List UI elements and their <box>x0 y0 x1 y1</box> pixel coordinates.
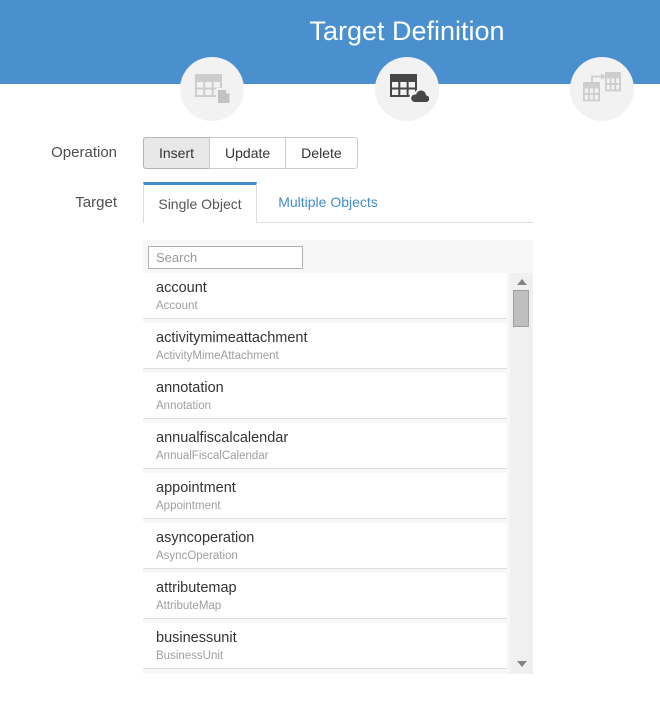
entity-logical-name: annualfiscalcalendar <box>156 430 507 446</box>
operation-label: Operation <box>0 137 117 169</box>
insert-button[interactable]: Insert <box>143 137 210 169</box>
entity-logical-name: annotation <box>156 380 507 396</box>
step-mapping[interactable] <box>570 57 634 121</box>
entity-logical-name: asyncoperation <box>156 530 507 546</box>
list-item-asyncoperation[interactable]: asyncoperation AsyncOperation <box>143 523 507 569</box>
scrollbar-up-icon[interactable] <box>517 279 527 285</box>
list-item-account[interactable]: account Account <box>143 273 507 319</box>
entity-logical-name: attributemap <box>156 580 507 596</box>
list-scrollbar[interactable] <box>510 273 533 674</box>
entity-logical-name: activitymimeattachment <box>156 330 507 346</box>
target-label: Target <box>0 182 117 223</box>
table-document-icon <box>190 67 234 112</box>
entity-display-name: Appointment <box>156 500 507 512</box>
list-item-annotation[interactable]: annotation Annotation <box>143 373 507 419</box>
entity-logical-name: account <box>156 280 507 296</box>
delete-button[interactable]: Delete <box>285 137 357 169</box>
entity-display-name: AttributeMap <box>156 600 507 612</box>
operation-button-group: Insert Update Delete <box>143 137 358 169</box>
list-item-annualfiscalcalendar[interactable]: annualfiscalcalendar AnnualFiscalCalenda… <box>143 423 507 469</box>
page-title: Target Definition <box>309 16 504 47</box>
entity-list: account Account activitymimeattachment A… <box>143 273 533 674</box>
step-source[interactable] <box>180 57 244 121</box>
step-target[interactable] <box>375 57 439 121</box>
scrollbar-down-icon[interactable] <box>517 661 527 667</box>
table-mapping-icon <box>580 67 624 112</box>
tab-single-object[interactable]: Single Object <box>143 182 257 223</box>
wizard-header: Target Definition <box>0 0 660 84</box>
entity-display-name: Annotation <box>156 400 507 412</box>
entity-display-name: Account <box>156 300 507 312</box>
search-input[interactable] <box>148 246 303 269</box>
tab-multiple-objects[interactable]: Multiple Objects <box>257 182 399 222</box>
list-item-appointment[interactable]: appointment Appointment <box>143 473 507 519</box>
list-item-businessunit[interactable]: businessunit BusinessUnit <box>143 623 507 669</box>
scrollbar-thumb[interactable] <box>513 290 529 327</box>
entity-display-name: BusinessUnit <box>156 650 507 662</box>
entity-display-name: AnnualFiscalCalendar <box>156 450 507 462</box>
list-item-attributemap[interactable]: attributemap AttributeMap <box>143 573 507 619</box>
target-tabs: Single Object Multiple Objects <box>143 182 533 223</box>
entity-picker-panel: account Account activitymimeattachment A… <box>143 240 533 674</box>
update-button[interactable]: Update <box>209 137 286 169</box>
entity-display-name: ActivityMimeAttachment <box>156 350 507 362</box>
table-cloud-icon <box>385 67 429 112</box>
entity-display-name: AsyncOperation <box>156 550 507 562</box>
list-item-activitymimeattachment[interactable]: activitymimeattachment ActivityMimeAttac… <box>143 323 507 369</box>
entity-logical-name: businessunit <box>156 630 507 646</box>
entity-logical-name: appointment <box>156 480 507 496</box>
